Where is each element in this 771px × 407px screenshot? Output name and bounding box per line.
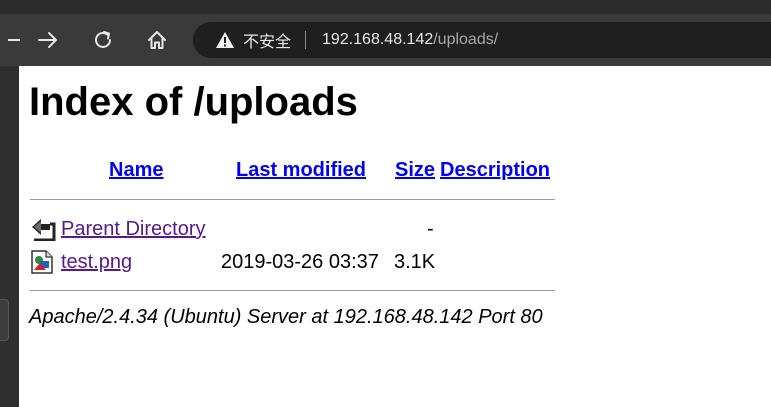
header-divider bbox=[30, 199, 555, 200]
address-bar[interactable]: 不安全 192.168.48.142/uploads/ bbox=[193, 22, 771, 58]
forward-arrow-icon bbox=[38, 32, 57, 48]
column-header-size: Size bbox=[395, 159, 435, 182]
file-link-test-png[interactable]: test.png bbox=[61, 251, 132, 273]
file-size: 3.1K bbox=[394, 251, 436, 273]
reload-button[interactable] bbox=[85, 22, 121, 58]
tab-strip bbox=[0, 0, 771, 14]
address-divider bbox=[305, 31, 307, 49]
url-host: 192.168.48.142 bbox=[322, 31, 434, 48]
url-path: /uploads/ bbox=[433, 31, 499, 48]
parent-directory-link[interactable]: Parent Directory bbox=[61, 218, 206, 240]
page-title: Index of /uploads bbox=[29, 80, 358, 124]
warning-icon[interactable] bbox=[215, 30, 235, 50]
home-button[interactable] bbox=[139, 22, 175, 58]
column-header-name: Name bbox=[109, 159, 163, 182]
back-button[interactable] bbox=[4, 22, 22, 58]
server-signature: Apache/2.4.34 (Ubuntu) Server at 192.168… bbox=[29, 306, 543, 328]
sort-by-name-link[interactable]: Name bbox=[109, 159, 163, 181]
side-panel-handle[interactable] bbox=[0, 299, 9, 341]
sort-by-size-link[interactable]: Size bbox=[395, 159, 435, 181]
sort-by-description-link[interactable]: Description bbox=[440, 159, 550, 181]
reload-icon bbox=[95, 31, 111, 48]
back-arrow-icon bbox=[8, 39, 20, 41]
table-row: Parent Directory bbox=[61, 218, 206, 241]
page-content: Index of /uploads Name Last modified Siz… bbox=[19, 66, 771, 407]
footer-divider bbox=[30, 290, 555, 291]
home-icon bbox=[148, 31, 166, 49]
forward-button[interactable] bbox=[30, 22, 66, 58]
sort-by-last-modified-link[interactable]: Last modified bbox=[236, 159, 366, 181]
image-icon bbox=[31, 250, 55, 274]
parent-directory-size: - bbox=[427, 218, 434, 240]
column-header-description: Description bbox=[440, 159, 550, 182]
security-label[interactable]: 不安全 bbox=[243, 28, 291, 52]
column-header-last-modified: Last modified bbox=[236, 159, 366, 182]
table-row: test.png bbox=[61, 251, 132, 274]
side-panel bbox=[0, 66, 19, 407]
browser-toolbar: 不安全 192.168.48.142/uploads/ bbox=[0, 0, 771, 66]
file-last-modified: 2019-03-26 03:37 bbox=[221, 251, 379, 273]
back-icon bbox=[30, 217, 56, 242]
